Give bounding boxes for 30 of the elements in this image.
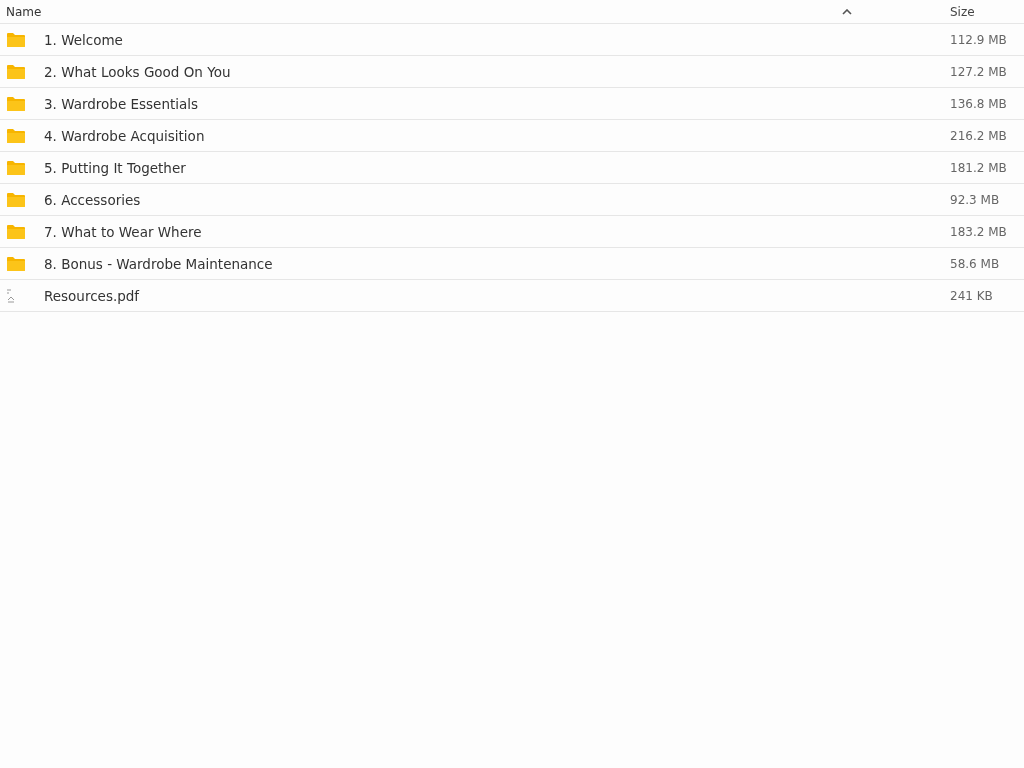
folder-icon [6,255,26,272]
file-name[interactable]: 6. Accessories [44,191,950,208]
sort-ascending-icon[interactable] [842,8,852,15]
file-size: 58.6 MB [950,256,1001,271]
file-size: 183.2 MB [950,224,1008,239]
file-name[interactable]: 5. Putting It Together [44,159,950,176]
file-name[interactable]: 2. What Looks Good On You [44,63,950,80]
file-name[interactable]: 7. What to Wear Where [44,223,950,240]
file-name[interactable]: 4. Wardrobe Acquisition [44,127,950,144]
file-icon [6,288,16,303]
folder-icon [6,95,26,112]
file-size: 136.8 MB [950,96,1008,111]
file-size: 181.2 MB [950,160,1008,175]
file-name[interactable]: 1. Welcome [44,31,950,48]
file-size: 92.3 MB [950,192,1001,207]
folder-icon [6,127,26,144]
file-size: 216.2 MB [950,128,1008,143]
file-size: 112.9 MB [950,32,1008,47]
folder-icon [6,223,26,240]
file-size: 127.2 MB [950,64,1008,79]
column-header[interactable]: Size [950,4,975,19]
folder-icon [6,159,26,176]
column-header[interactable]: Name [6,4,42,19]
folder-icon [6,31,26,48]
folder-icon [6,63,26,80]
file-name[interactable]: 3. Wardrobe Essentials [44,95,950,112]
file-name[interactable]: Resources.pdf [44,287,950,304]
file-size: 241 KB [950,288,994,303]
folder-icon [6,191,26,208]
file-name[interactable]: 8. Bonus - Wardrobe Maintenance [44,255,950,272]
